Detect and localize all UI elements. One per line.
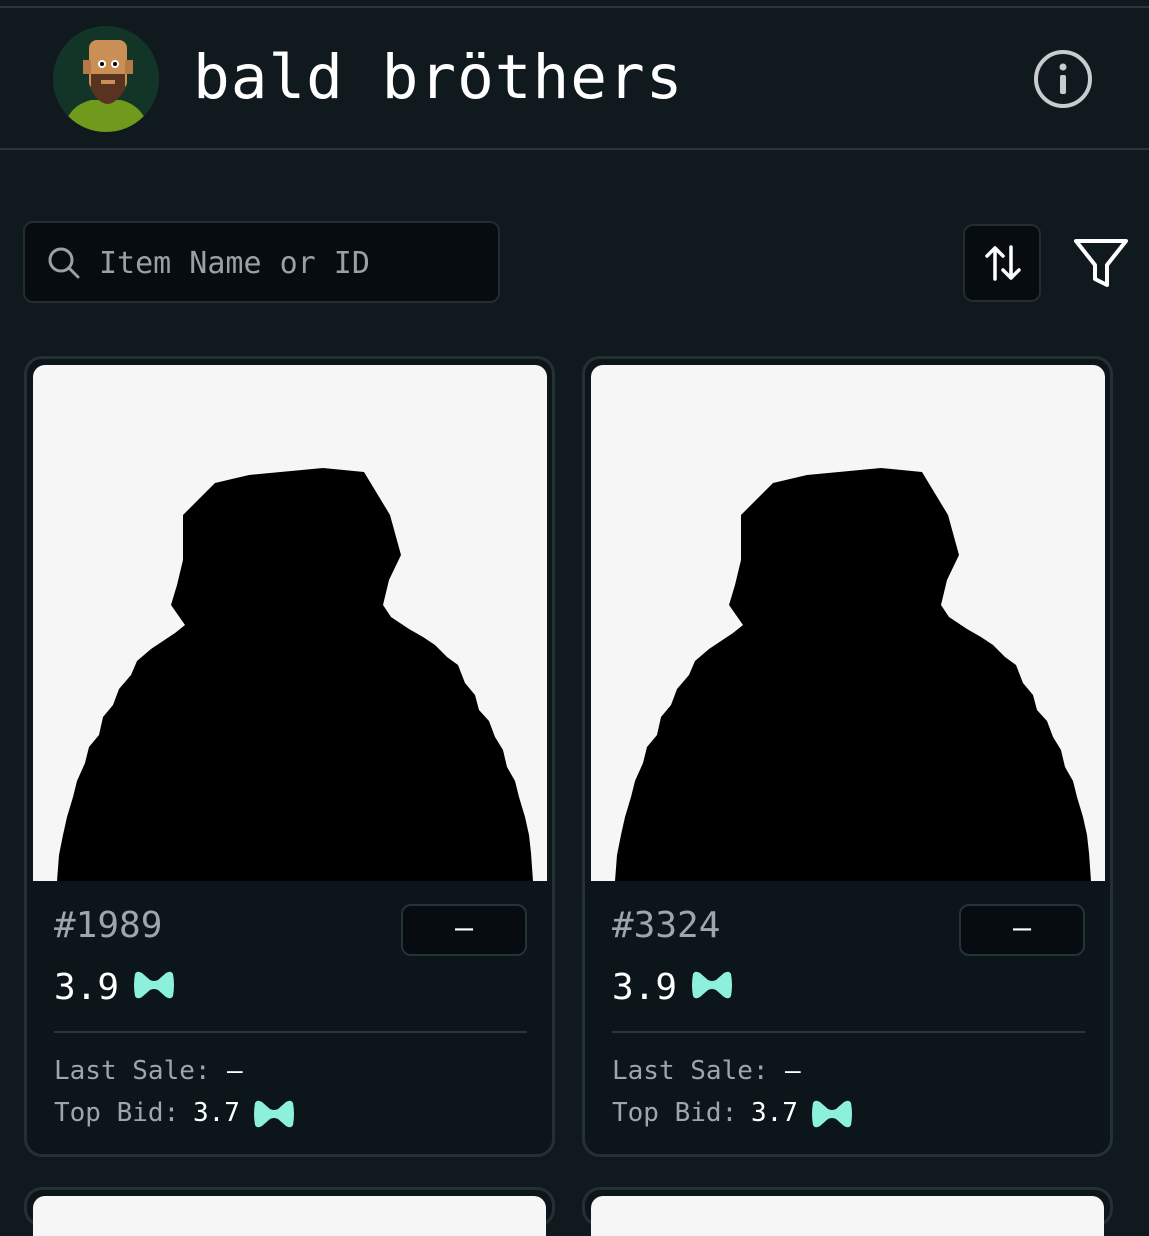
bowtie-currency-icon [810, 1099, 854, 1129]
nft-image-placeholder[interactable] [33, 365, 547, 881]
last-sale-value: – [227, 1056, 243, 1086]
card-divider [612, 1031, 1085, 1033]
nft-image-placeholder[interactable] [591, 365, 1105, 881]
nft-card[interactable]: #3324 – 3.9 Last Sale: – Top Bid: 3.7 [582, 356, 1113, 1157]
sort-arrows-icon [985, 245, 1021, 281]
collection-header: bald bröthers [0, 8, 1149, 150]
last-sale-label: Last Sale: [612, 1056, 769, 1086]
nft-price: 3.9 [612, 967, 678, 1008]
filter-button[interactable] [1070, 234, 1132, 296]
top-bid-value: 3.7 [751, 1098, 798, 1128]
search-box[interactable] [23, 221, 500, 303]
collection-title: bald bröthers [193, 42, 684, 113]
sort-button[interactable] [963, 224, 1041, 302]
bald-man-avatar-icon [53, 26, 159, 132]
filter-icon [1074, 239, 1128, 287]
search-icon [48, 247, 80, 279]
info-icon[interactable] [1032, 48, 1094, 110]
nft-id: #1989 [54, 905, 163, 946]
bowtie-currency-icon [132, 969, 176, 1001]
status-button[interactable]: – [401, 904, 527, 956]
nft-image-placeholder[interactable] [591, 1196, 1104, 1236]
search-input[interactable] [99, 241, 479, 285]
last-sale-label: Last Sale: [54, 1056, 211, 1086]
nft-card[interactable] [582, 1187, 1113, 1236]
card-divider [54, 1031, 527, 1033]
status-button[interactable]: – [959, 904, 1085, 956]
top-bid-label: Top Bid: [612, 1098, 738, 1128]
top-bid-value: 3.7 [193, 1098, 240, 1128]
top-bid-label: Top Bid: [54, 1098, 180, 1128]
nft-id: #3324 [612, 905, 721, 946]
nft-card[interactable] [24, 1187, 555, 1236]
last-sale-value: – [785, 1056, 801, 1086]
nft-price: 3.9 [54, 967, 120, 1008]
bowtie-currency-icon [690, 969, 734, 1001]
bowtie-currency-icon [252, 1099, 296, 1129]
nft-card[interactable]: #1989 – 3.9 Last Sale: – Top Bid: 3.7 [24, 356, 555, 1157]
nft-image-placeholder[interactable] [33, 1196, 546, 1236]
